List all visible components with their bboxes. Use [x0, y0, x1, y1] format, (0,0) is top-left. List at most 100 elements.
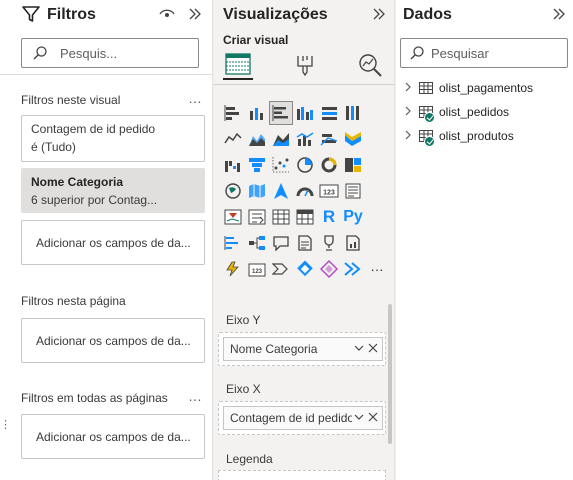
- chevron-down-icon[interactable]: [354, 412, 364, 424]
- close-icon[interactable]: [368, 411, 378, 425]
- blank-slot: [366, 102, 388, 124]
- table-icon: [418, 80, 434, 96]
- azure-map-icon[interactable]: [270, 180, 292, 202]
- close-icon[interactable]: [368, 342, 378, 356]
- slicer-icon[interactable]: [246, 206, 268, 228]
- filter-card-contagem[interactable]: Contagem de id pedido é (Tudo): [21, 115, 205, 162]
- format-visual-tab[interactable]: [290, 50, 320, 80]
- eye-icon[interactable]: [158, 5, 176, 23]
- map-icon[interactable]: [222, 180, 244, 202]
- treemap-icon[interactable]: [342, 154, 364, 176]
- decomposition-tree-icon[interactable]: [246, 232, 268, 254]
- filters-title: Filtros: [47, 6, 96, 23]
- area-chart-icon[interactable]: [246, 128, 268, 150]
- build-visual-tab[interactable]: [223, 50, 253, 80]
- python-visual-icon[interactable]: Py: [342, 206, 364, 228]
- 100-stacked-column-icon[interactable]: [342, 102, 364, 124]
- blank-slot: [366, 232, 388, 254]
- ribbon-chart-icon[interactable]: [342, 128, 364, 150]
- chevron-down-icon[interactable]: [354, 343, 364, 355]
- multi-row-card-icon[interactable]: [342, 180, 364, 202]
- collapse-viz-icon[interactable]: [370, 5, 388, 23]
- collapse-data-icon[interactable]: [550, 5, 568, 23]
- filled-map-icon[interactable]: [246, 180, 268, 202]
- add-field-visual-dropzone[interactable]: Adicionar os campos de da...: [21, 220, 205, 265]
- visualizations-pane: Visualizações Criar visual 123 R Py 123 …: [214, 0, 395, 480]
- eixo-x-well[interactable]: Contagem de id pedido: [218, 401, 386, 435]
- line-clustered-column-icon[interactable]: [294, 128, 316, 150]
- paginated-report-icon[interactable]: [342, 232, 364, 254]
- table-name: olist_pedidos: [439, 105, 510, 119]
- eixo-y-field-chip[interactable]: Nome Categoria: [223, 337, 383, 361]
- filter-card-nome-categoria[interactable]: Nome Categoria 6 superior por Contag...: [21, 168, 205, 213]
- pane-resize-handle[interactable]: ⋮: [0, 418, 11, 431]
- legenda-label: Legenda: [226, 452, 273, 466]
- custom-visual-icon[interactable]: [294, 258, 316, 280]
- narrative-icon[interactable]: [294, 232, 316, 254]
- chevron-right-icon[interactable]: [404, 106, 416, 119]
- add-field-all-dropzone[interactable]: Adicionar os campos de da...: [21, 414, 205, 459]
- data-title: Dados: [403, 6, 452, 23]
- stacked-column-icon[interactable]: [246, 102, 268, 124]
- pie-chart-icon[interactable]: [294, 154, 316, 176]
- clustered-column-icon[interactable]: [294, 102, 316, 124]
- blank-slot: [366, 128, 388, 150]
- line-stacked-column-icon[interactable]: [318, 128, 340, 150]
- filters-search-input[interactable]: Pesquis...: [21, 38, 199, 68]
- add-field-page-dropzone[interactable]: Adicionar os campos de da...: [21, 318, 205, 363]
- viz-scrollbar[interactable]: [388, 304, 392, 444]
- goals-trophy-icon[interactable]: [318, 232, 340, 254]
- filters-divider: [0, 74, 212, 75]
- legenda-well[interactable]: [218, 470, 386, 480]
- r-visual-icon[interactable]: R: [318, 206, 340, 228]
- key-influencers-icon[interactable]: [222, 232, 244, 254]
- filters-pane: Filtros Pesquis... Filtros neste visual …: [0, 0, 213, 480]
- data-search-placeholder: Pesquisar: [431, 45, 489, 61]
- qa-visual-icon[interactable]: [270, 232, 292, 254]
- eixo-x-field-chip[interactable]: Contagem de id pedido: [223, 406, 383, 430]
- analytics-tab[interactable]: [355, 50, 385, 80]
- stacked-area-icon[interactable]: [270, 128, 292, 150]
- collapse-filters-icon[interactable]: [186, 5, 204, 23]
- 100-stacked-bar-icon[interactable]: [318, 102, 340, 124]
- more-options-icon[interactable]: …: [188, 90, 203, 106]
- clustered-bar-icon[interactable]: [269, 101, 293, 125]
- table-item-olist-pagamentos[interactable]: olist_pagamentos: [404, 78, 533, 98]
- section-filters-visual: Filtros neste visual: [21, 93, 121, 107]
- eixo-y-well[interactable]: Nome Categoria: [218, 332, 386, 366]
- table-item-olist-pedidos[interactable]: olist_pedidos: [404, 102, 510, 123]
- funnel-chart-icon[interactable]: [246, 154, 268, 176]
- more-visuals-icon[interactable]: ···: [366, 258, 388, 280]
- eixo-y-label: Eixo Y: [226, 313, 261, 327]
- scatter-chart-icon[interactable]: [270, 154, 292, 176]
- chevron-right-icon[interactable]: [404, 130, 416, 143]
- power-apps-icon[interactable]: [222, 258, 244, 280]
- filter-card-title: Nome Categoria: [31, 175, 124, 189]
- chevron-visual-icon[interactable]: [342, 258, 364, 280]
- smart-narrative-icon[interactable]: 123: [246, 258, 268, 280]
- kpi-icon[interactable]: [222, 206, 244, 228]
- search-icon: [33, 46, 47, 60]
- table-icon[interactable]: [270, 206, 292, 228]
- gauge-icon[interactable]: [294, 180, 316, 202]
- more-options-icon[interactable]: …: [188, 388, 203, 404]
- stacked-bar-icon[interactable]: [222, 102, 244, 124]
- matrix-icon[interactable]: [294, 206, 316, 228]
- power-automate-icon[interactable]: [270, 258, 292, 280]
- donut-chart-icon[interactable]: [318, 154, 340, 176]
- diamond-visual-icon[interactable]: [318, 258, 340, 280]
- eixo-x-label: Eixo X: [226, 382, 261, 396]
- card-icon[interactable]: 123: [318, 180, 340, 202]
- filters-search-placeholder: Pesquis...: [60, 45, 118, 61]
- blank-slot: [366, 154, 388, 176]
- chevron-right-icon[interactable]: [404, 82, 416, 95]
- checkmark-badge-icon: [424, 136, 435, 147]
- blank-slot: [366, 180, 388, 202]
- data-search-input[interactable]: Pesquisar: [400, 38, 568, 68]
- table-item-olist-produtos[interactable]: olist_produtos: [404, 126, 514, 147]
- waterfall-icon[interactable]: [222, 154, 244, 176]
- line-chart-icon[interactable]: [222, 128, 244, 150]
- section-filters-all: Filtros em todas as páginas: [21, 391, 168, 405]
- table-build-icon: [225, 53, 251, 75]
- search-icon: [410, 46, 424, 60]
